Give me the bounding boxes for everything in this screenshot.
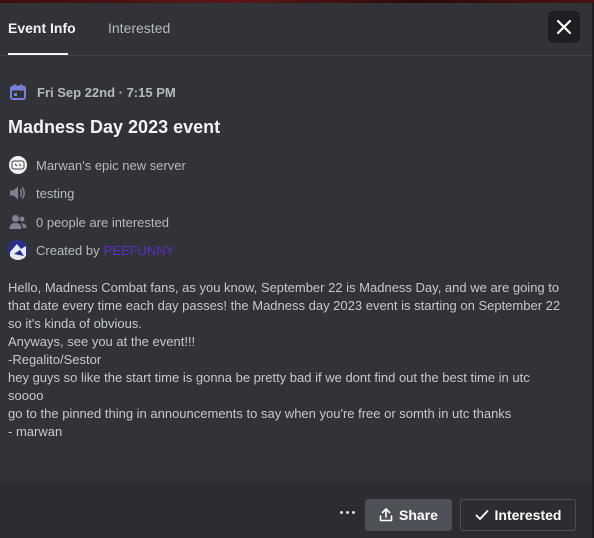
- share-button-label: Share: [399, 507, 438, 523]
- event-date: Fri Sep 22nd · 7:15 PM: [37, 84, 176, 100]
- channel-name[interactable]: testing: [36, 186, 74, 201]
- description-line: -Regalito/Sestor: [8, 352, 102, 367]
- description-line: go to the pinned thing in announcements …: [8, 406, 512, 421]
- tab-event-info[interactable]: Event Info: [8, 20, 76, 36]
- avatar[interactable]: [8, 240, 28, 260]
- event-modal: Event Info Interested Fri Sep 22nd · 7:1…: [0, 3, 594, 538]
- more-icon: [339, 510, 343, 514]
- event-date-row: Fri Sep 22nd · 7:15 PM: [9, 82, 176, 102]
- description-line: Hello, Madness Combat fans, as you know,…: [8, 280, 560, 295]
- people-icon: [9, 215, 27, 229]
- check-icon: [475, 510, 488, 520]
- channel-row: testing: [8, 183, 74, 203]
- interested-count: 0 people are interested: [36, 214, 169, 230]
- interested-count-row: 0 people are interested: [8, 212, 169, 232]
- interested-button-label: Interested: [494, 507, 562, 523]
- server-icon: [9, 156, 27, 174]
- description-line: that date every time each day passes! th…: [8, 298, 561, 313]
- close-button[interactable]: [548, 11, 580, 43]
- created-by-label: Created by: [36, 242, 100, 258]
- creator-name[interactable]: PEEFUNNY: [104, 243, 175, 258]
- server-name[interactable]: Marwan's epic new server: [36, 158, 186, 173]
- interested-button[interactable]: Interested: [460, 499, 576, 531]
- description-line: - marwan: [8, 424, 63, 439]
- share-button[interactable]: Share: [365, 499, 452, 531]
- tab-interested[interactable]: Interested: [108, 20, 170, 36]
- description-line: Anyways, see you at the event!!!: [8, 334, 196, 349]
- share-icon: [379, 508, 393, 522]
- calendar-icon: [10, 84, 26, 100]
- event-title: Madness Day 2023 event: [8, 117, 221, 137]
- close-icon: [556, 19, 572, 35]
- server-row: Marwan's epic new server: [8, 155, 186, 175]
- creator-row: Created by PEEFUNNY: [8, 240, 174, 260]
- description-line: hey guys so like the start time is gonna…: [8, 370, 530, 385]
- description-line: so it's kinda of obvious.: [8, 316, 142, 331]
- speaker-icon: [10, 186, 26, 200]
- tab-bar: Event Info Interested: [0, 3, 592, 56]
- modal-footer: Share Interested: [0, 481, 592, 538]
- description-line: soooo: [8, 388, 44, 403]
- more-options-button[interactable]: [336, 505, 358, 519]
- active-tab-indicator: [8, 53, 68, 55]
- event-description: Hello, Madness Combat fans, as you know,…: [8, 279, 584, 441]
